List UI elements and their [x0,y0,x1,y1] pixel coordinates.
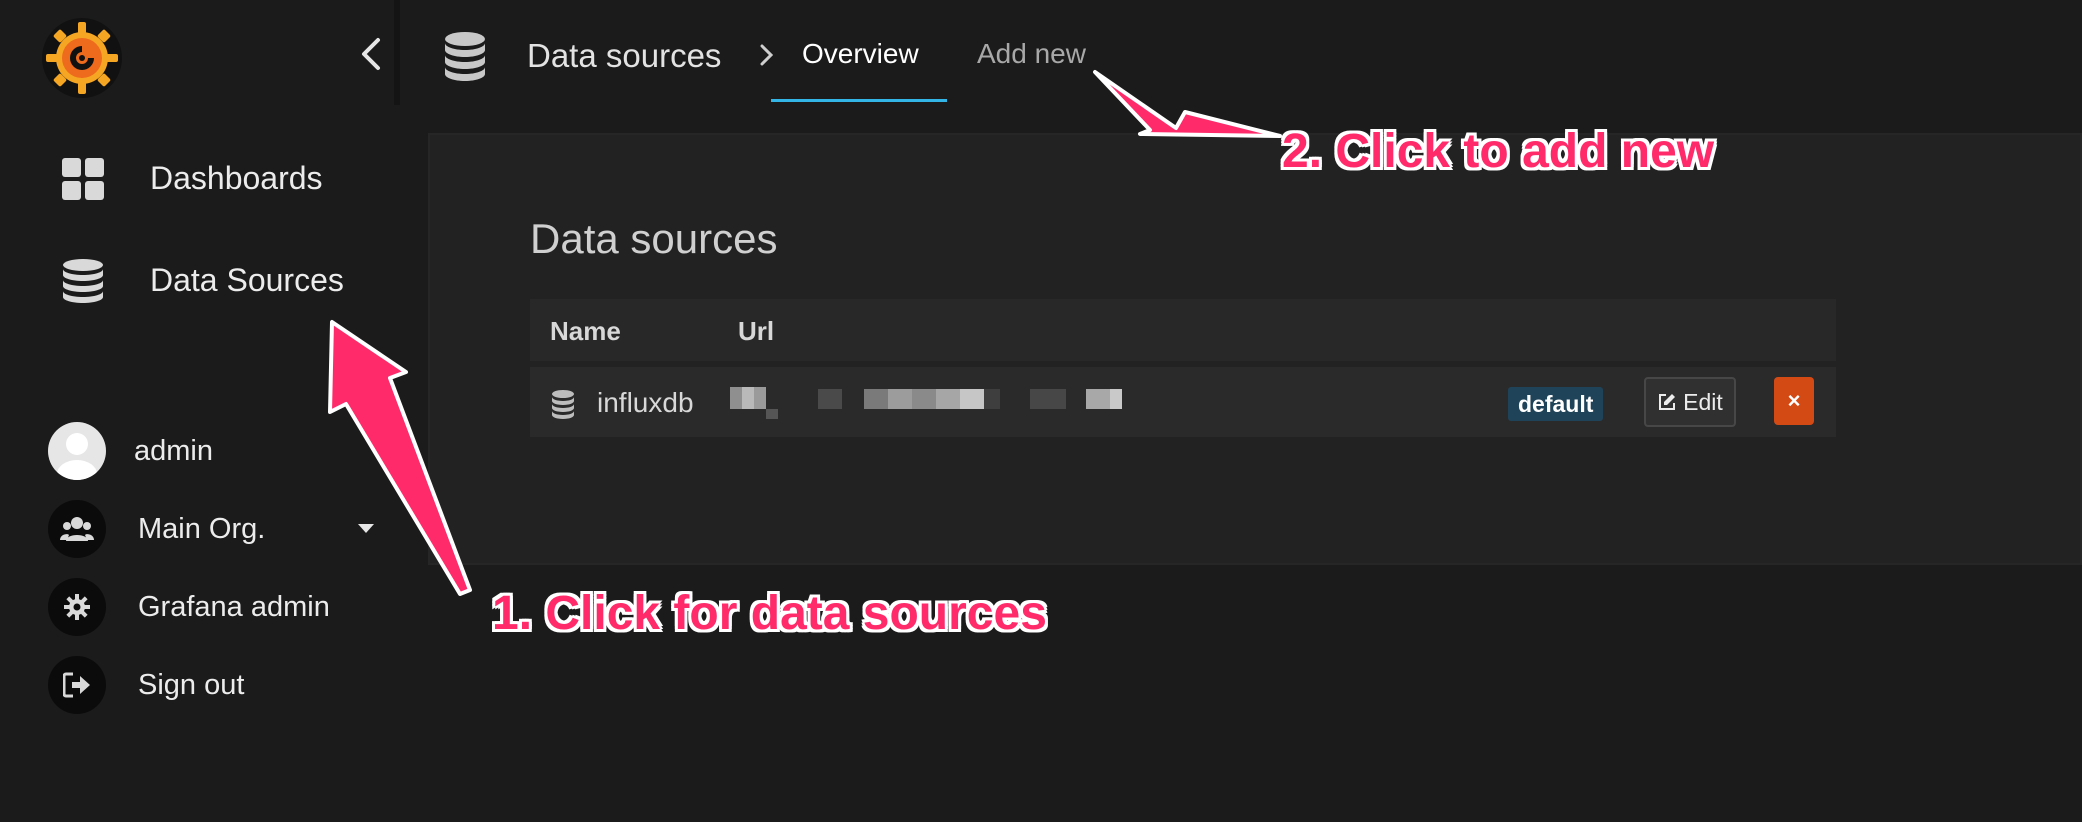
gear-icon [48,578,106,636]
sidebar-item-label: Data Sources [150,262,344,298]
caret-down-icon [358,524,374,533]
table-row[interactable]: influxdb default Edit × [530,367,1836,437]
sidebar: Dashboards Data Sources admin Main Org. … [0,0,400,822]
sidebar-item-org-switcher[interactable]: Main Org. [0,496,400,560]
dashboards-grid-icon [62,158,104,200]
sidebar-item-label: Grafana admin [138,591,330,623]
default-badge: default [1508,387,1604,421]
sidebar-item-dashboards[interactable]: Dashboards [0,136,400,216]
database-icon [445,32,485,81]
page-title: Data sources [530,215,778,262]
tab-overview[interactable]: Overview [802,38,919,70]
sidebar-item-profile[interactable]: admin [0,418,400,482]
avatar [48,422,106,480]
sidebar-item-label: admin [134,435,213,467]
annotation-step-2: 2. Click to add new [1282,125,1715,178]
delete-button[interactable]: × [1774,377,1814,425]
edit-button-label: Edit [1683,388,1723,415]
tab-add-new[interactable]: Add new [977,38,1086,70]
redacted-url-pixelation [730,387,1122,419]
data-sources-panel: Data sources Name Url influxdb default E… [428,133,2082,565]
column-header-url: Url [738,316,775,346]
sidebar-item-label: Dashboards [150,160,323,196]
annotation-step-1: 1. Click for data sources [492,587,1047,640]
database-icon [552,390,574,419]
datasource-name-link[interactable]: influxdb [597,387,694,419]
table-header: Name Url [530,299,1836,361]
sidebar-item-sign-out[interactable]: Sign out [0,652,400,716]
close-icon: × [1787,388,1801,413]
edit-button[interactable]: Edit [1644,377,1736,427]
active-tab-indicator [771,99,947,102]
sidebar-brand-bar [0,0,400,105]
collapse-sidebar-chevron-icon[interactable] [356,36,386,72]
database-icon [63,259,103,303]
sidebar-item-data-sources[interactable]: Data Sources [0,238,400,318]
sidebar-item-label: Main Org. [138,513,266,545]
chevron-right-icon [760,44,774,66]
grafana-logo[interactable] [40,16,124,100]
breadcrumb[interactable]: Data sources [527,37,721,75]
sidebar-item-label: Sign out [138,669,245,701]
user-avatar-icon [57,433,97,480]
edit-icon [1659,394,1676,410]
top-navbar: Data sources Overview Add new [400,0,2082,105]
sign-out-icon [48,656,106,714]
users-group-icon [48,500,106,558]
sidebar-item-grafana-admin[interactable]: Grafana admin [0,574,400,638]
column-header-name: Name [550,316,621,346]
